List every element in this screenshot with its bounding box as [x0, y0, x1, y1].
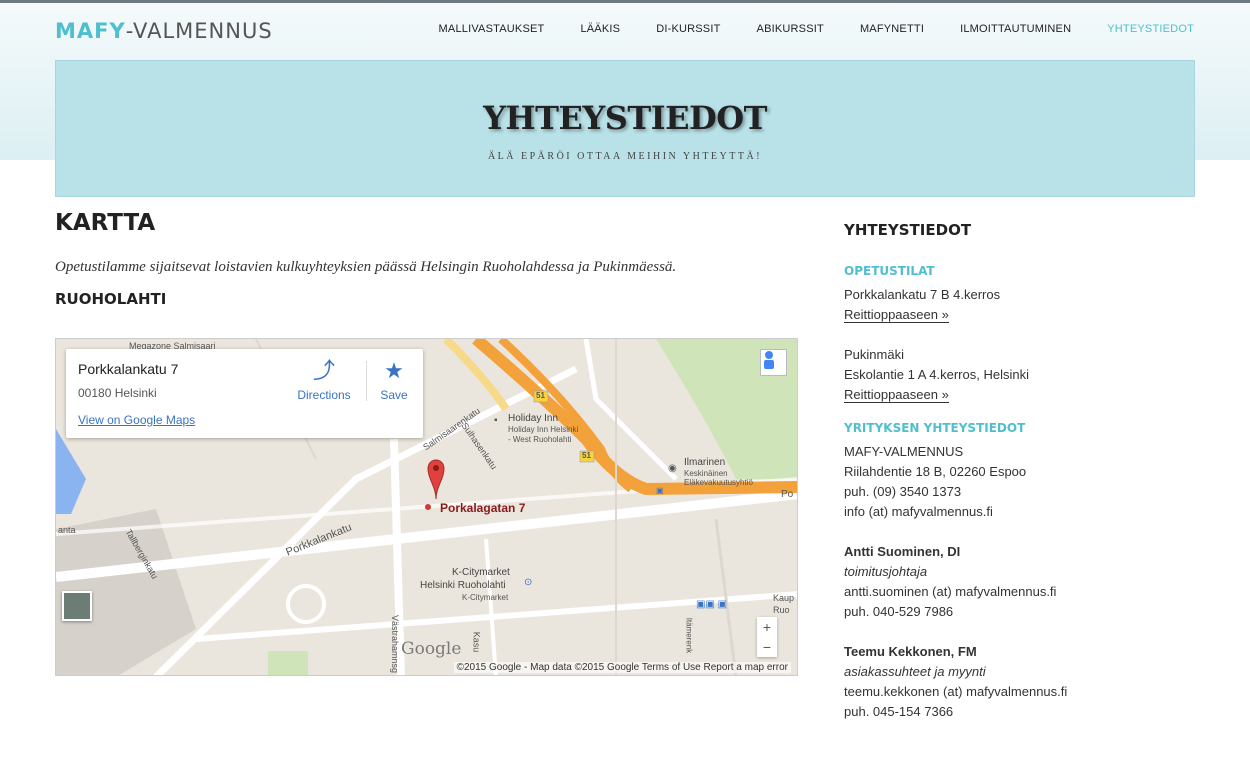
company-email: info (at) mafyvalmennus.fi	[844, 504, 993, 519]
google-map[interactable]: Megazone Salmisaari Salmisaarenkatu Sulh…	[55, 338, 798, 676]
map-label: Holiday Inn	[508, 413, 559, 424]
person1-role: toimitusjohtaja	[844, 564, 928, 579]
loc1-address: Porkkalankatu 7 B 4.kerros	[844, 287, 1001, 302]
zoom-out-button[interactable]: −	[757, 637, 777, 657]
nav-laakis[interactable]: LÄÄKIS	[580, 23, 620, 35]
road-shield: 51	[536, 391, 545, 400]
street-view-thumbnail[interactable]	[62, 591, 92, 621]
nav-mallivastaukset[interactable]: MALLIVASTAUKSET	[439, 23, 545, 35]
map-label: Itämerenk	[684, 617, 694, 654]
person2-role: asiakassuhteet ja myynti	[844, 664, 986, 679]
map-label: K-Citymarket	[452, 567, 510, 578]
opetustilat-heading: OPETUSTILAT	[844, 264, 935, 278]
map-label: Västrahamnsg	[390, 614, 401, 674]
info-zip: 00180 Helsinki	[78, 386, 157, 400]
nav-ilmoittautuminen[interactable]: ILMOITTAUTUMINEN	[960, 23, 1071, 35]
view-on-google-maps-link[interactable]: View on Google Maps	[78, 413, 195, 427]
company-name: MAFY-VALMENNUS	[844, 444, 964, 459]
map-label: K-Citymarket	[462, 593, 509, 602]
info-address: Porkkalankatu 7	[78, 361, 179, 377]
loc2-route-link[interactable]: Reittioppaaseen »	[844, 387, 949, 403]
loc2-address: Eskolantie 1 A 4.kerros, Helsinki	[844, 367, 1029, 382]
company-phone: puh. (09) 3540 1373	[844, 484, 962, 499]
map-attribution[interactable]: ©2015 Google - Map data ©2015 Google Ter…	[453, 662, 791, 673]
directions-button[interactable]: ⤴ Directions	[294, 358, 354, 403]
map-label: Keskinäinen	[684, 469, 728, 478]
map-heading: KARTTA	[55, 210, 156, 236]
loc2-name: Pukinmäki	[844, 347, 904, 362]
logo-accent: MAFY	[55, 19, 126, 43]
company-address: Riilahdentie 18 B, 02260 Espoo	[844, 464, 1027, 479]
map-label: Helsinki Ruoholahti	[420, 580, 506, 591]
sidebar-title: YHTEYSTIEDOT	[844, 221, 972, 239]
location-heading: RUOHOLAHTI	[55, 290, 167, 308]
map-label: Kasu	[471, 631, 482, 653]
map-info-card: Porkkalankatu 7 00180 Helsinki View on G…	[66, 349, 423, 438]
loc1-route-link[interactable]: Reittioppaaseen »	[844, 307, 949, 323]
intro-text: Opetustilamme sijaitsevat loistavien kul…	[55, 259, 677, 275]
map-label: anta	[58, 525, 76, 535]
road-shield: 51	[582, 451, 591, 460]
company-heading: YRITYKSEN YHTEYSTIEDOT	[844, 421, 1026, 435]
hero-banner: YHTEYSTIEDOT ÄLÄ EPÄRÖI OTTAA MEIHIN YHT…	[55, 60, 1195, 197]
person2-name: Teemu Kekkonen, FM	[844, 644, 977, 659]
nav-yhteystiedot[interactable]: YHTEYSTIEDOT	[1107, 23, 1194, 35]
person1-phone: puh. 040-529 7986	[844, 604, 954, 619]
map-label: Kaup	[773, 593, 795, 603]
logo-rest: -VALMENNUS	[125, 19, 273, 43]
zoom-in-button[interactable]: +	[757, 617, 777, 637]
main-nav: MALLIVASTAUKSET LÄÄKIS DI-KURSSIT ABIKUR…	[439, 23, 1194, 35]
save-button[interactable]: ★ Save	[371, 358, 417, 403]
bus-stop-icon[interactable]: ▣	[656, 486, 664, 495]
person1-email: antti.suominen (at) mafyvalmennus.fi	[844, 584, 1057, 599]
hotel-icon[interactable]: ▪	[494, 415, 498, 426]
person2-email: teemu.kekkonen (at) mafyvalmennus.fi	[844, 684, 1068, 699]
page-title: YHTEYSTIEDOT	[483, 99, 767, 137]
info-divider	[366, 361, 367, 401]
map-label: Holiday Inn Helsinki	[508, 425, 579, 434]
directions-label: Directions	[297, 388, 351, 402]
contact-sidebar: YHTEYSTIEDOT OPETUSTILAT Porkkalankatu 7…	[844, 221, 1144, 722]
person2-phone: puh. 045-154 7366	[844, 704, 954, 719]
save-label: Save	[380, 388, 408, 402]
site-logo[interactable]: MAFY-VALMENNUS	[55, 19, 273, 43]
person1-name: Antti Suominen, DI	[844, 544, 961, 559]
star-icon: ★	[384, 358, 404, 383]
map-label: Po	[781, 489, 794, 500]
map-label: Eläkevakuutusyhtiö	[684, 478, 753, 487]
zoom-control: + −	[757, 617, 777, 657]
map-label: Ilmarinen	[684, 457, 726, 468]
main-content: KARTTA Opetustilamme sijaitsevat loistav…	[55, 210, 800, 308]
pin-label: Porkalagatan 7	[440, 501, 526, 515]
directions-icon: ⤴	[312, 358, 335, 383]
poi-icon[interactable]: ◉	[668, 463, 677, 474]
nav-di-kurssit[interactable]: DI-KURSSIT	[656, 23, 720, 35]
nav-abikurssit[interactable]: ABIKURSSIT	[757, 23, 824, 35]
map-label: - West Ruoholahti	[508, 435, 572, 444]
page-subtitle: ÄLÄ EPÄRÖI OTTAA MEIHIN YHTEYTTÄ!	[487, 151, 763, 162]
map-label: Ruo	[773, 605, 790, 615]
google-logo: Google	[401, 639, 462, 659]
pegman-icon[interactable]	[760, 349, 787, 376]
bus-stop-icon[interactable]: ▣▣ ▣	[696, 599, 727, 610]
shopping-cart-icon[interactable]: ⊙	[524, 577, 532, 588]
nav-mafynetti[interactable]: MAFYNETTI	[860, 23, 924, 35]
